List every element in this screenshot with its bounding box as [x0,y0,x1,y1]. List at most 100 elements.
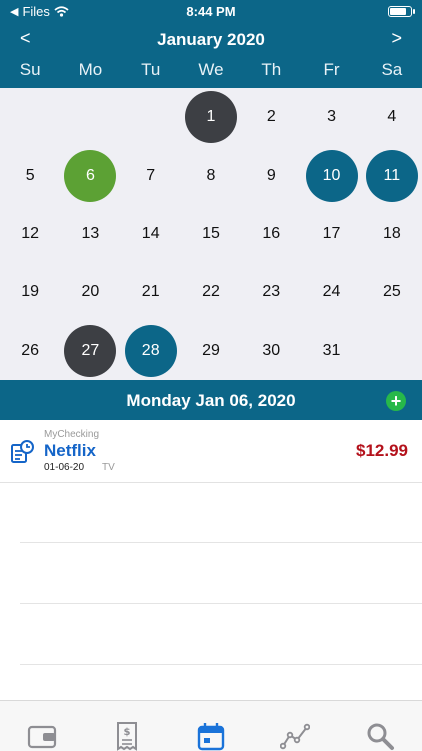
calendar-day[interactable]: 29 [181,322,241,380]
calendar-day[interactable]: 11 [362,146,422,204]
transaction-row[interactable]: MyChecking Netflix 01-06-20 TV $12.99 [0,420,422,483]
calendar-day[interactable]: 8 [181,146,241,204]
calendar-day-number: 26 [21,341,40,359]
calendar-day[interactable]: 31 [301,322,361,380]
weekday-thu: Th [261,60,282,79]
calendar-day-number: 22 [202,283,220,301]
weekday-fri: Fr [323,60,340,79]
transaction-payee: Netflix [44,441,96,460]
calendar-header: ◀ Files 8:44 PM < January 2020 > Su Mo T… [0,0,422,88]
calendar-day-number [4,91,56,143]
calendar-day-number: 6 [64,149,117,202]
add-transaction-button[interactable]: + [386,391,406,411]
calendar-day-number: 21 [141,283,160,301]
calendar-day-number: 17 [322,224,341,242]
transaction-category: TV [102,462,115,473]
transaction-list: MyChecking Netflix 01-06-20 TV $12.99 [0,420,422,700]
calendar-empty-cell [60,88,120,146]
battery-fill [390,8,407,15]
calendar-grid: 1 2 3 4 5 6 7 8 9 10 11 12 13 14 15 16 17 18 19 20 21 22 23 24 2… [0,88,422,380]
tab-search[interactable] [338,701,422,751]
calendar-day[interactable]: 14 [121,205,181,263]
calendar-day-number: 12 [21,224,40,242]
calendar-day[interactable]: 1 [181,88,241,146]
battery-icon [388,6,415,17]
calendar-day[interactable]: 10 [301,146,361,204]
calendar-empty-cell [121,88,181,146]
calendar-day[interactable]: 20 [60,263,120,321]
calendar-day-number: 15 [202,224,220,242]
tab-calendar[interactable] [169,701,253,751]
receipt-icon: $ [116,722,137,751]
calendar-day-number: 27 [64,324,117,377]
calendar-day-number: 30 [262,341,281,359]
calendar-day[interactable]: 2 [241,88,301,146]
month-nav: < January 2020 > [0,26,422,52]
calendar-day-number: 4 [387,108,397,126]
search-icon [367,723,394,750]
list-divider [20,603,422,604]
calendar-day[interactable]: 23 [241,263,301,321]
calendar-day[interactable]: 13 [60,205,120,263]
calendar-day[interactable]: 19 [0,263,60,321]
status-bar: ◀ Files 8:44 PM [0,0,422,24]
calendar-day[interactable]: 30 [241,322,301,380]
calendar-day[interactable]: 5 [0,146,60,204]
calendar-day-number: 16 [262,224,281,242]
calendar-day[interactable]: 18 [362,205,422,263]
calendar-day-number: 14 [141,224,160,242]
tab-reports[interactable] [253,701,337,751]
calendar-day[interactable]: 17 [301,205,361,263]
calendar-day[interactable]: 27 [60,322,120,380]
calendar-day[interactable]: 6 [60,146,120,204]
calendar-day-number [366,325,418,377]
calendar-day[interactable]: 21 [121,263,181,321]
wallet-icon [28,725,57,749]
calendar-day[interactable]: 15 [181,205,241,263]
calendar-day-number: 24 [322,283,341,301]
tab-transactions[interactable]: $ [84,701,168,751]
calendar-day-number [64,91,116,143]
weekday-wed: We [198,60,224,79]
calendar-day[interactable]: 26 [0,322,60,380]
calendar-day-number: 20 [81,283,100,301]
transaction-amount: $12.99 [356,441,408,460]
list-divider [20,542,422,543]
calendar-day-number: 25 [382,283,401,301]
chart-icon [280,723,311,750]
calendar-day-number: 7 [146,166,156,184]
calendar-day[interactable]: 25 [362,263,422,321]
tab-accounts[interactable] [0,701,84,751]
calendar-empty-cell [0,88,60,146]
calendar-day-number: 23 [262,283,281,301]
calendar-day-number: 31 [322,341,341,359]
calendar-day-number: 2 [266,108,276,126]
weekday-mon: Mo [78,60,103,79]
calendar-day[interactable]: 24 [301,263,361,321]
calendar-day-number: 18 [382,224,401,242]
calendar-day-number: 8 [206,166,216,184]
calendar-day[interactable]: 28 [121,322,181,380]
list-divider [20,664,422,665]
calendar-day[interactable]: 9 [241,146,301,204]
calendar-day-number: 1 [184,91,237,144]
weekday-sat: Sa [381,60,403,79]
calendar-day[interactable]: 7 [121,146,181,204]
calendar-day[interactable]: 4 [362,88,422,146]
tab-bar: $ [0,700,422,751]
next-month-button[interactable]: > [385,28,408,49]
selected-date-label: Monday Jan 06, 2020 [126,391,296,410]
calendar-day[interactable]: 12 [0,205,60,263]
calendar-empty-cell [362,322,422,380]
calendar-day[interactable]: 3 [301,88,361,146]
calendar-day[interactable]: 22 [181,263,241,321]
calendar-day[interactable]: 16 [241,205,301,263]
calendar-day-number: 11 [365,149,418,202]
transaction-date: 01-06-20 [44,462,85,473]
weekday-tue: Tu [141,60,161,79]
calendar-day-number [125,91,177,143]
calendar-day-number: 13 [81,224,100,242]
weekday-sun: Su [19,60,41,79]
month-title: January 2020 [157,30,265,49]
calendar-day-number: 5 [25,166,35,184]
